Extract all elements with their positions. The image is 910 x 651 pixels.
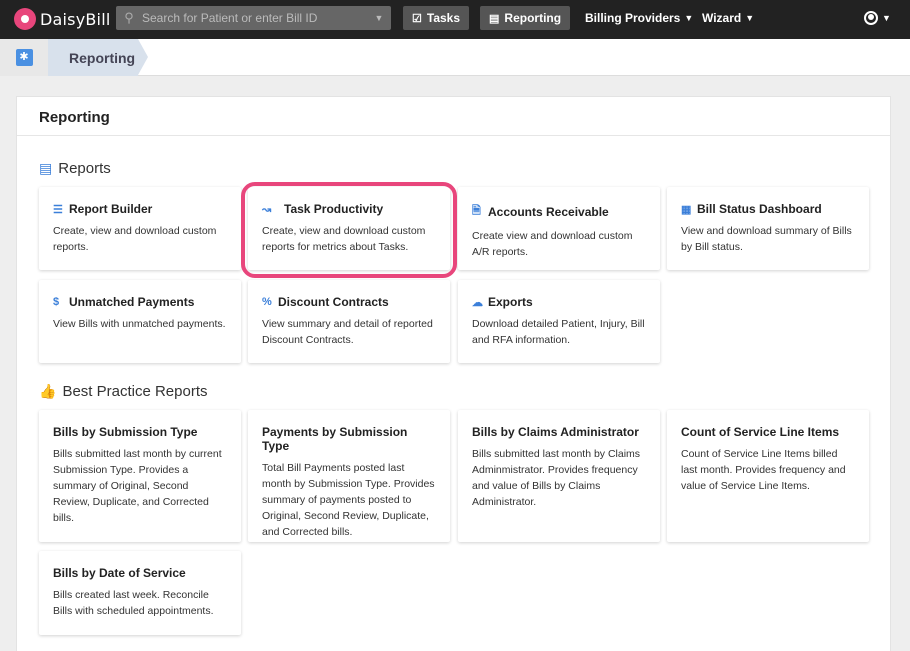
- reporting-panel: Reporting ▤ Reports ☰ Report Builder Crea…: [16, 96, 891, 651]
- cloud-download-icon: ☁: [472, 296, 483, 309]
- card-description: View and download summary of Bills by Bi…: [681, 225, 852, 253]
- card-description: Total Bill Payments posted last month by…: [262, 462, 435, 538]
- top-navbar: DaisyBill ⚲ ▼ ☑ Tasks ▤ Reporting Billin…: [0, 0, 910, 39]
- card-title: Exports: [488, 295, 533, 309]
- daisybill-logo[interactable]: DaisyBill: [14, 7, 111, 31]
- discount-contracts-card[interactable]: % Discount Contracts View summary and det…: [248, 280, 450, 363]
- task-productivity-card[interactable]: ↝ Task Productivity Create, view and down…: [248, 187, 450, 270]
- best-practice-heading: Best Practice Reports: [62, 383, 208, 400]
- search-box[interactable]: ⚲ ▼: [116, 6, 391, 30]
- card-description: Create, view and download custom reports…: [53, 225, 217, 253]
- breadcrumb-current: Reporting: [48, 39, 138, 76]
- card-title: Unmatched Payments: [69, 295, 195, 309]
- reporting-label: Reporting: [504, 11, 562, 25]
- wizard-label: Wizard: [702, 11, 742, 25]
- card-description: Create, view and download custom reports…: [262, 225, 426, 253]
- home-icon: ✱: [15, 49, 33, 66]
- reports-heading: Reports: [58, 160, 111, 177]
- card-title: Bill Status Dashboard: [697, 202, 822, 216]
- count-of-service-line-items-card[interactable]: Count of Service Line Items Count of Ser…: [667, 410, 869, 542]
- card-description: Bills submitted last month by Claims Adm…: [472, 448, 641, 508]
- billing-providers-label: Billing Providers: [585, 11, 681, 25]
- bill-status-dashboard-card[interactable]: ▦ Bill Status Dashboard View and download…: [667, 187, 869, 270]
- chevron-down-icon: ▼: [745, 13, 755, 23]
- card-title: Bills by Submission Type: [53, 425, 198, 439]
- chevron-down-icon[interactable]: ▼: [367, 13, 391, 23]
- card-description: Create view and download custom A/R repo…: [472, 230, 633, 258]
- card-title: Accounts Receivable: [488, 204, 609, 219]
- search-input[interactable]: [142, 11, 367, 25]
- bills-by-claims-administrator-card[interactable]: Bills by Claims Administrator Bills subm…: [458, 410, 660, 542]
- card-title: Task Productivity: [284, 202, 384, 216]
- exports-card[interactable]: ☁ Exports Download detailed Patient, Inju…: [458, 280, 660, 363]
- checkbox-icon: ☑: [412, 12, 422, 25]
- thumbs-up-icon: 👍: [39, 383, 57, 399]
- reports-section-title: ▤ Reports: [39, 160, 111, 177]
- tasks-label: Tasks: [426, 11, 461, 25]
- card-title: Discount Contracts: [278, 295, 389, 309]
- card-description: Download detailed Patient, Injury, Bill …: [472, 318, 645, 346]
- percent-icon: %: [262, 296, 272, 308]
- reporting-button[interactable]: ▤ Reporting: [480, 6, 571, 30]
- breadcrumb: ✱ Reporting: [0, 39, 910, 76]
- table-icon: ▦: [681, 203, 692, 216]
- file-icon: 🗎: [472, 205, 481, 217]
- card-title: Bills by Claims Administrator: [472, 425, 639, 439]
- sliders-icon: ☰: [53, 203, 63, 216]
- card-description: View summary and detail of reported Disc…: [262, 318, 433, 346]
- user-menu[interactable]: ▼: [864, 6, 891, 30]
- bills-by-submission-type-card[interactable]: Bills by Submission Type Bills submitted…: [39, 410, 241, 542]
- daisy-icon: [14, 8, 36, 30]
- payments-by-submission-type-card[interactable]: Payments by Submission Type Total Bill P…: [248, 410, 450, 542]
- search-icon: ⚲: [124, 10, 134, 25]
- chevron-down-icon: ▼: [684, 13, 694, 23]
- chevron-down-icon: ▼: [882, 13, 891, 23]
- breadcrumb-home[interactable]: ✱: [0, 39, 48, 76]
- best-practice-section-title: 👍 Best Practice Reports: [39, 383, 208, 400]
- report-builder-card[interactable]: ☰ Report Builder Create, view and downloa…: [39, 187, 241, 270]
- unmatched-payments-card[interactable]: $ Unmatched Payments View Bills with unma…: [39, 280, 241, 363]
- wizard-menu[interactable]: Wizard ▼: [702, 6, 754, 30]
- card-description: Bills created last week. Reconcile Bills…: [53, 589, 214, 617]
- card-title: Payments by Submission Type: [262, 425, 408, 453]
- card-description: Bills submitted last month by current Su…: [53, 448, 222, 524]
- card-title: Count of Service Line Items: [681, 425, 840, 439]
- bar-chart-icon: ▤: [489, 12, 500, 25]
- page-title: Reporting: [39, 109, 110, 126]
- logo-text: DaisyBill: [40, 9, 111, 29]
- line-chart-icon: ↝: [262, 203, 272, 216]
- tasks-button[interactable]: ☑ Tasks: [403, 6, 470, 30]
- bills-by-date-of-service-card[interactable]: Bills by Date of Service Bills created l…: [39, 551, 241, 635]
- dollar-icon: $: [53, 296, 60, 308]
- card-description: Count of Service Line Items billed last …: [681, 448, 846, 492]
- user-icon: [864, 11, 878, 25]
- billing-providers-menu[interactable]: Billing Providers ▼: [585, 6, 693, 30]
- breadcrumb-arrow: [138, 39, 148, 75]
- card-title: Bills by Date of Service: [53, 566, 186, 580]
- divider: [17, 135, 890, 136]
- card-title: Report Builder: [69, 202, 153, 216]
- accounts-receivable-card[interactable]: 🗎 Accounts Receivable Create view and dow…: [458, 187, 660, 270]
- bar-chart-icon: ▤: [39, 160, 53, 176]
- card-description: View Bills with unmatched payments.: [53, 318, 226, 330]
